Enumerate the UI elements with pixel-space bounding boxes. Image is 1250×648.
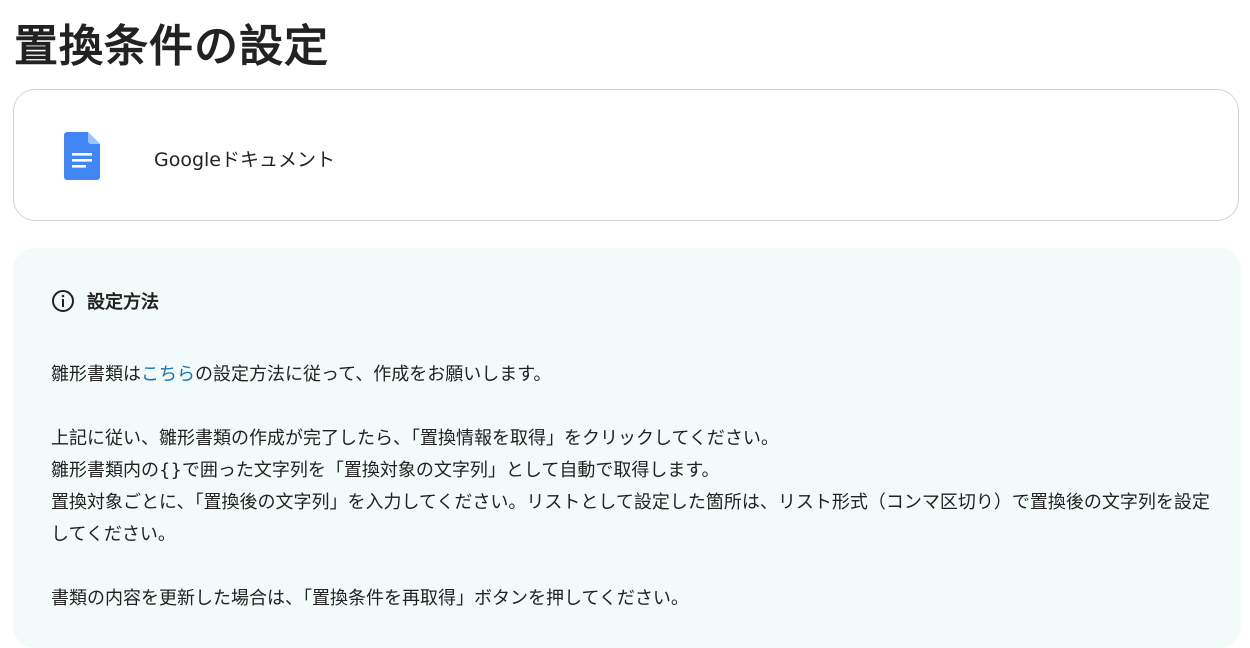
template-guide-link[interactable]: こちら [141,364,195,385]
info-circle-icon [52,290,74,312]
info-header: 設定方法 [51,288,159,314]
instruction-paragraph-3: 書類の内容を更新した場合は、「置換条件を再取得」ボタンを押してください。 [51,588,689,609]
instruction-line-2: 雛形書類内の{}で囲った文字列を「置換対象の文字列」として自動で取得します。 [51,460,720,481]
app-card[interactable]: Googleドキュメント [13,89,1239,221]
app-name: Googleドキュメント [154,149,336,171]
google-docs-icon [64,132,100,180]
instruction-text: の設定方法に従って、作成をお願いします。 [195,364,552,385]
instruction-paragraph-1: 雛形書類はこちらの設定方法に従って、作成をお願いします。 [51,359,1211,391]
instruction-line-1: 上記に従い、雛形書類の作成が完了したら、「置換情報を取得」をクリックしてください… [51,428,779,449]
info-title: 設定方法 [87,292,159,313]
instruction-text: 雛形書類は [51,364,141,385]
info-panel: 設定方法 雛形書類はこちらの設定方法に従って、作成をお願いします。 上記に従い、… [13,248,1241,648]
instruction-line-3: 置換対象ごとに、「置換後の文字列」を入力してください。リストとして設定した箇所は… [51,492,1210,545]
info-body: 雛形書類はこちらの設定方法に従って、作成をお願いします。 上記に従い、雛形書類の… [51,359,1211,615]
page-title: 置換条件の設定 [14,21,329,72]
